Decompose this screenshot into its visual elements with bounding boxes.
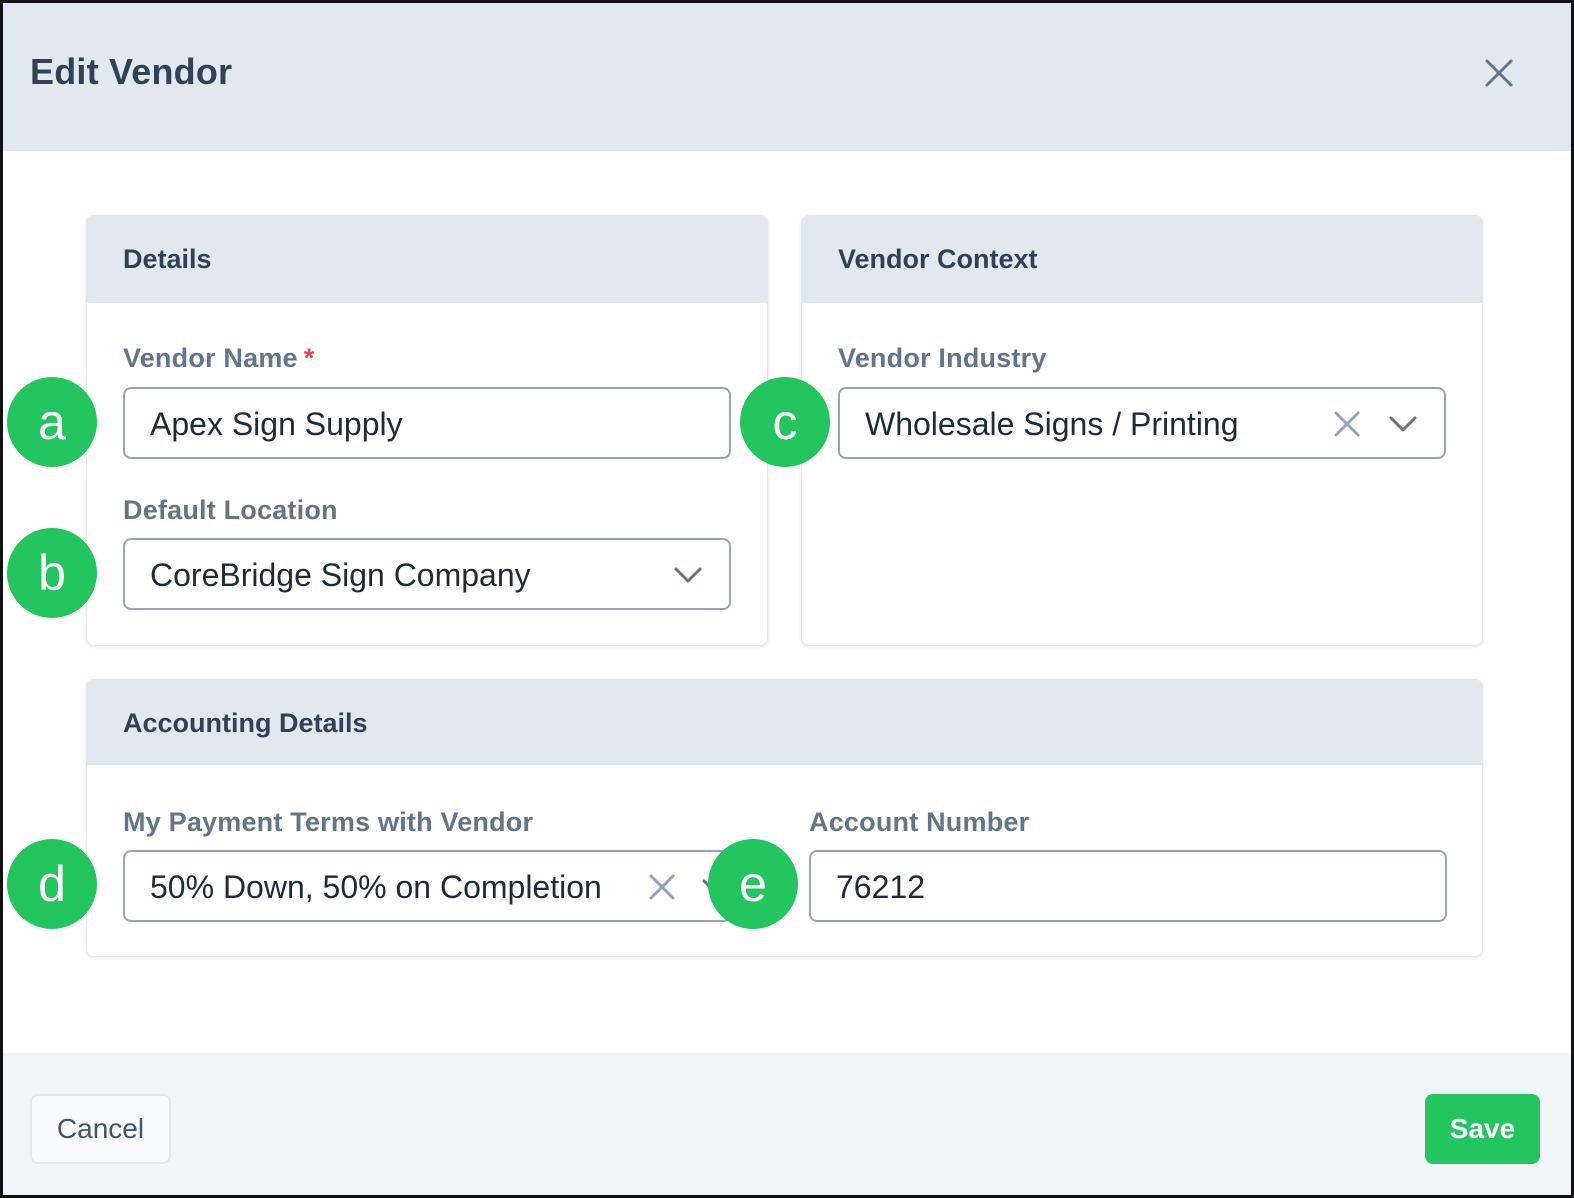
callout-badge-b: b — [7, 528, 97, 618]
account-number-input[interactable]: 76212 — [809, 850, 1447, 922]
vendor-industry-clear-button[interactable] — [1330, 407, 1364, 441]
dialog-header: Edit Vendor — [3, 3, 1571, 151]
payment-terms-clear-button[interactable] — [645, 870, 679, 904]
payment-terms-value: 50% Down, 50% on Completion — [150, 869, 602, 905]
details-panel-header: Details — [87, 216, 767, 303]
dialog-title: Edit Vendor — [30, 51, 233, 92]
payment-terms-select[interactable]: 50% Down, 50% on Completion — [123, 850, 731, 922]
vendor-context-panel-header: Vendor Context — [802, 216, 1482, 303]
vendor-industry-dropdown-toggle[interactable] — [1386, 407, 1420, 441]
vendor-name-label-text: Vendor Name — [123, 343, 298, 373]
required-marker: * — [303, 343, 315, 373]
close-button[interactable] — [1479, 53, 1519, 93]
default-location-value: CoreBridge Sign Company — [150, 557, 531, 593]
save-button[interactable]: Save — [1425, 1094, 1540, 1164]
default-location-select[interactable]: CoreBridge Sign Company — [123, 538, 731, 610]
vendor-name-label: Vendor Name * — [123, 343, 314, 374]
vendor-industry-value: Wholesale Signs / Printing — [865, 406, 1239, 442]
clear-icon — [649, 874, 675, 900]
vendor-context-panel-title: Vendor Context — [838, 244, 1038, 274]
account-number-value: 76212 — [836, 869, 925, 905]
callout-badge-e: e — [708, 839, 798, 929]
edit-vendor-dialog: Edit Vendor Details Vendor Name * Apex Si… — [0, 0, 1574, 1198]
default-location-label: Default Location — [123, 495, 338, 525]
accounting-details-panel-title: Accounting Details — [123, 708, 368, 738]
chevron-down-icon — [674, 567, 702, 583]
default-location-dropdown-toggle[interactable] — [671, 558, 705, 592]
vendor-industry-select[interactable]: Wholesale Signs / Printing — [838, 387, 1446, 459]
clear-icon — [1334, 411, 1360, 437]
chevron-down-icon — [1389, 416, 1417, 432]
details-panel-title: Details — [123, 244, 212, 274]
details-panel: Details Vendor Name * Apex Sign Supply De… — [86, 215, 768, 646]
account-number-label: Account Number — [809, 807, 1030, 837]
callout-badge-d: d — [7, 839, 97, 929]
vendor-context-panel: Vendor Context Vendor Industry Wholesale… — [801, 215, 1483, 646]
vendor-name-value: Apex Sign Supply — [150, 406, 403, 442]
vendor-industry-label: Vendor Industry — [838, 343, 1047, 373]
payment-terms-label: My Payment Terms with Vendor — [123, 807, 534, 837]
close-icon — [1485, 59, 1513, 87]
accounting-details-panel-header: Accounting Details — [87, 680, 1482, 765]
vendor-name-input[interactable]: Apex Sign Supply — [123, 387, 731, 459]
cancel-button[interactable]: Cancel — [30, 1094, 171, 1164]
dialog-footer: Cancel Save — [3, 1053, 1571, 1195]
callout-badge-a: a — [7, 377, 97, 467]
callout-badge-c: c — [740, 377, 830, 467]
